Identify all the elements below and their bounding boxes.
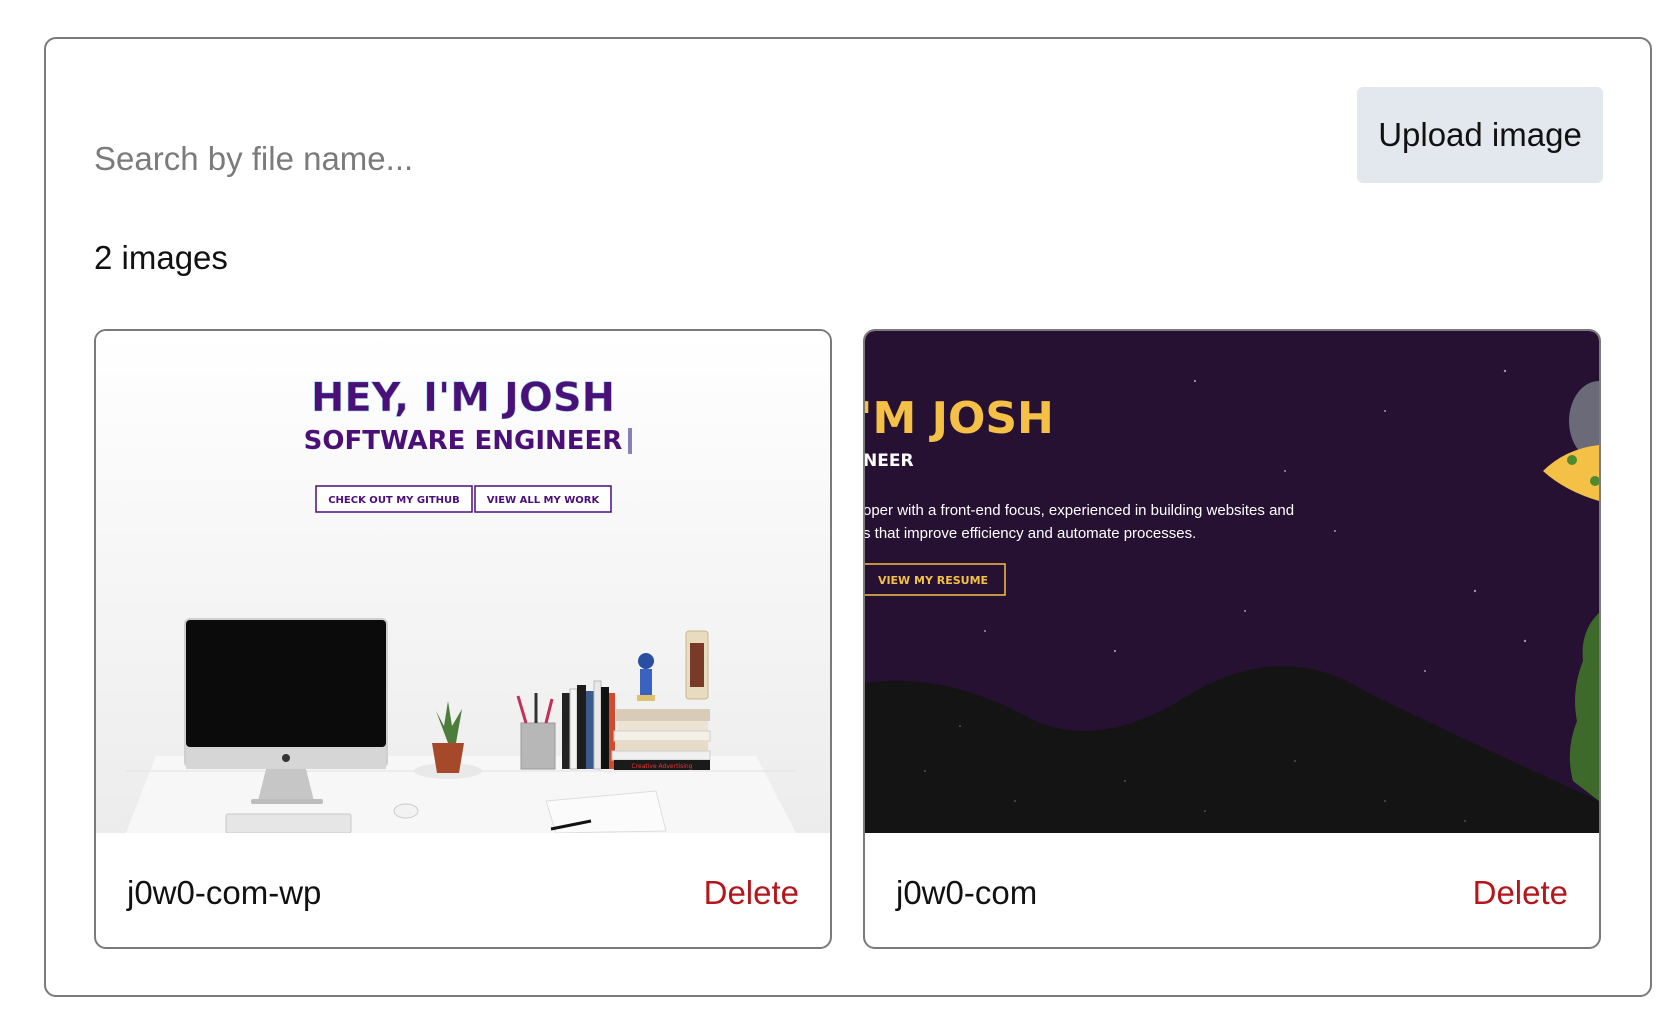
thumbnail-book-title: Creative Advertising [631, 763, 692, 770]
image-gallery-panel: Upload image 2 images HEY, I'M JOSH SOFT… [44, 37, 1652, 997]
desk-screenshot-thumbnail: HEY, I'M JOSH SOFTWARE ENGINEER CHECK OU… [96, 331, 830, 833]
image-card[interactable]: HEY, I'M JOSH SOFTWARE ENGINEER CHECK OU… [94, 329, 832, 949]
delete-button[interactable]: Delete [704, 874, 799, 912]
image-card[interactable]: 'M JOSH NEER oper with a front-end focus… [863, 329, 1601, 949]
thumbnail-resume-button: VIEW MY RESUME [878, 574, 988, 587]
search-input[interactable] [94, 137, 794, 181]
thumbnail-intro-line-2: s that improve efficiency and automate p… [865, 525, 1196, 542]
image-thumbnail[interactable]: 'M JOSH NEER oper with a front-end focus… [865, 331, 1599, 833]
thumbnail-headline: 'M JOSH [865, 393, 1054, 444]
thumbnail-github-button: CHECK OUT MY GITHUB [328, 495, 460, 506]
image-thumbnail[interactable]: HEY, I'M JOSH SOFTWARE ENGINEER CHECK OU… [96, 331, 830, 833]
thumbnail-work-button: VIEW ALL MY WORK [487, 495, 601, 506]
space-screenshot-thumbnail: 'M JOSH NEER oper with a front-end focus… [865, 331, 1599, 833]
thumbnail-headline: HEY, I'M JOSH [311, 375, 615, 421]
upload-image-button[interactable]: Upload image [1357, 87, 1603, 183]
thumbnail-intro-line-1: oper with a front-end focus, experienced… [865, 502, 1294, 519]
image-count: 2 images [94, 239, 228, 276]
image-file-name: j0w0-com [896, 874, 1038, 911]
image-file-name: j0w0-com-wp [127, 874, 322, 911]
delete-button[interactable]: Delete [1473, 874, 1568, 912]
thumbnail-subheadline: NEER [865, 451, 914, 471]
thumbnail-subheadline: SOFTWARE ENGINEER [304, 426, 623, 456]
